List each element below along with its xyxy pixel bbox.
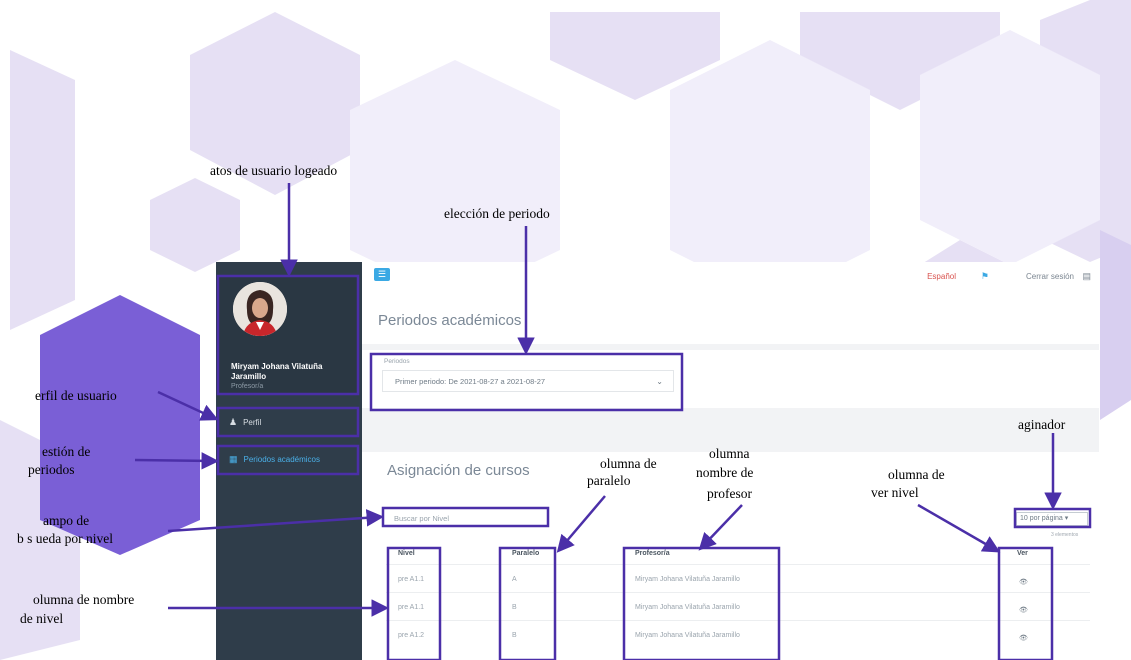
- cell-nivel: pre A1.1: [398, 576, 425, 583]
- topbar: ☰ Español ⚑ Cerrar sesión ▤: [362, 262, 1099, 298]
- cell-profesor: Miryam Johana Vilatuña Jaramillo: [635, 604, 740, 611]
- flag-icon[interactable]: ⚑: [981, 271, 989, 282]
- label-col-ver-2: ver nivel: [871, 485, 919, 500]
- eye-icon[interactable]: 👁: [1019, 578, 1028, 586]
- chevron-down-icon: ⌄: [656, 377, 663, 386]
- course-assignment-card: Asignación de cursos Buscar por Nivel 10…: [362, 452, 1099, 660]
- period-card: Periodos Primer periodo: De 2021-08-27 a…: [362, 350, 1099, 408]
- column-header-profesor[interactable]: Profesor/a: [635, 550, 670, 557]
- column-header-ver[interactable]: Ver: [1017, 550, 1028, 557]
- cell-nivel: pre A1.1: [398, 604, 425, 611]
- cell-paralelo: A: [512, 576, 517, 583]
- chevron-down-icon: ▾: [1064, 515, 1069, 522]
- hamburger-icon: ☰: [377, 269, 387, 279]
- search-input[interactable]: Buscar por Nivel: [386, 512, 546, 526]
- user-profile-card: Miryam Johana Vilatuña Jaramillo Profeso…: [219, 276, 359, 394]
- cell-profesor: Miryam Johana Vilatuña Jaramillo: [635, 576, 740, 583]
- label-col-paralelo-1: olumna de: [600, 456, 657, 471]
- label-user-data: atos de usuario logeado: [210, 163, 338, 178]
- menu-toggle-button[interactable]: ☰: [374, 268, 390, 281]
- cell-paralelo: B: [512, 604, 517, 611]
- label-col-paralelo-2: paralelo: [587, 473, 631, 488]
- page-header: Periodos académicos: [362, 298, 1099, 344]
- user-role: Profesor/a: [231, 383, 264, 390]
- row-divider: [386, 564, 1090, 565]
- user-name: Miryam Johana Vilatuña Jaramillo: [231, 362, 323, 381]
- label-search-2: b s ueda por nivel: [17, 531, 113, 546]
- sidebar-item-periodos[interactable]: ▦ Periodos académicos: [219, 447, 359, 471]
- sidebar: Miryam Johana Vilatuña Jaramillo Profeso…: [216, 262, 362, 660]
- label-period-mgmt-2: periodos: [28, 462, 75, 477]
- per-page-select[interactable]: 10 por página ▾: [1016, 512, 1088, 526]
- period-select[interactable]: Primer periodo: De 2021-08-27 a 2021-08-…: [382, 370, 674, 392]
- column-header-nivel[interactable]: Nivel: [398, 550, 415, 557]
- calendar-icon: ▦: [229, 453, 238, 464]
- cell-nivel: pre A1.2: [398, 632, 425, 639]
- label-col-prof-1: olumna: [709, 446, 750, 461]
- label-search-1: ampo de: [43, 513, 90, 528]
- avatar-photo-icon: [233, 282, 287, 336]
- page-title: Periodos académicos: [378, 312, 522, 329]
- row-divider: [386, 620, 1090, 621]
- logout-link[interactable]: Cerrar sesión: [1026, 272, 1074, 281]
- avatar: [233, 282, 287, 336]
- label-period-select: elección de periodo: [444, 206, 550, 221]
- label-col-nivel-1: olumna de nombre: [33, 592, 135, 607]
- app-window: Miryam Johana Vilatuña Jaramillo Profeso…: [216, 262, 1099, 660]
- period-selected-value: Primer periodo: De 2021-08-27 a 2021-08-…: [395, 377, 546, 386]
- language-selector[interactable]: Español: [927, 272, 956, 281]
- label-user-profile: erfil de usuario: [35, 388, 117, 403]
- eye-icon[interactable]: 👁: [1019, 634, 1028, 642]
- eye-icon[interactable]: 👁: [1019, 606, 1028, 614]
- period-label: Periodos: [384, 358, 410, 365]
- cell-profesor: Miryam Johana Vilatuña Jaramillo: [635, 632, 740, 639]
- section-title: Asignación de cursos: [387, 462, 530, 479]
- exit-icon[interactable]: ▤: [1082, 271, 1091, 282]
- label-col-prof-3: profesor: [707, 486, 752, 501]
- cell-paralelo: B: [512, 632, 517, 639]
- sidebar-item-perfil[interactable]: ♟ Perfil: [219, 410, 359, 434]
- item-count: 3 elementos: [1051, 532, 1079, 538]
- per-page-value: 10 por página: [1020, 515, 1063, 522]
- label-col-prof-2: nombre de: [696, 465, 754, 480]
- label-col-ver-1: olumna de: [888, 467, 945, 482]
- column-header-paralelo[interactable]: Paralelo: [512, 550, 539, 557]
- row-divider: [386, 592, 1090, 593]
- label-paginator: aginador: [1018, 417, 1066, 432]
- label-col-nivel-2: de nivel: [20, 611, 64, 626]
- user-icon: ♟: [229, 416, 238, 427]
- sidebar-item-label: Perfil: [243, 417, 262, 427]
- sidebar-item-label: Periodos académicos: [243, 454, 320, 464]
- label-period-mgmt-1: estión de: [42, 444, 91, 459]
